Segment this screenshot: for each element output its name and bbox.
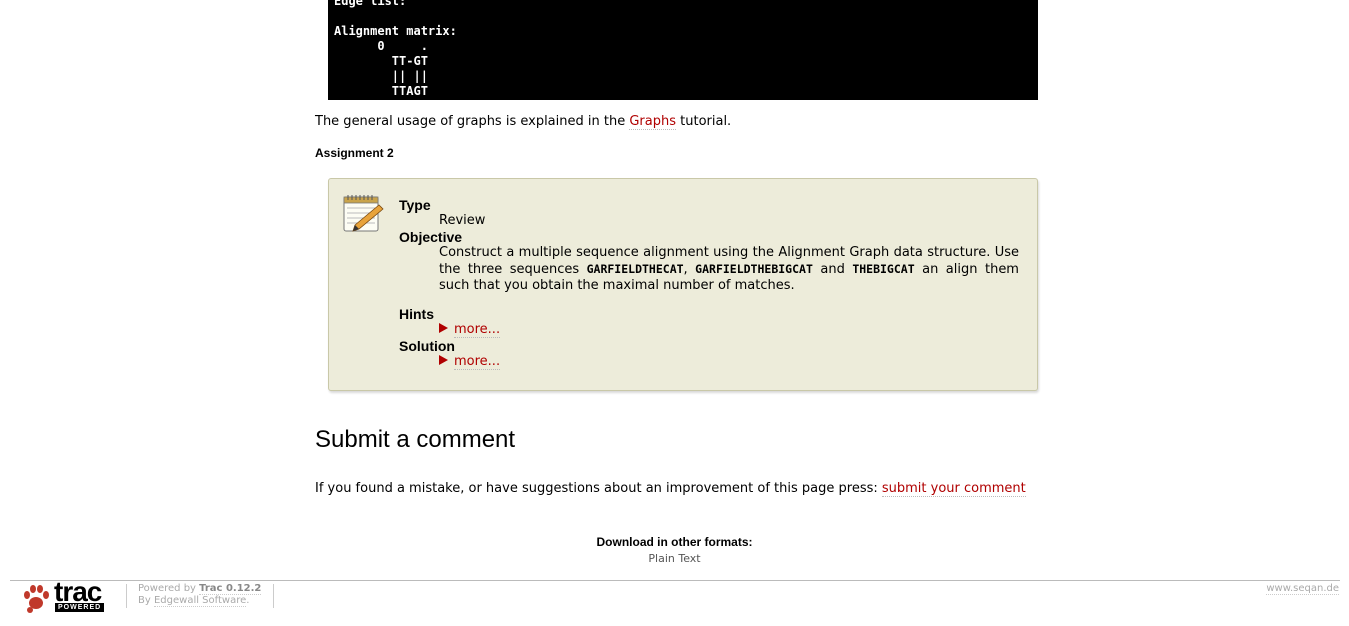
- code-output-block: Edge list: Alignment matrix: 0 . TT-GT |…: [328, 0, 1038, 100]
- submit-comment-link[interactable]: submit your comment: [881, 481, 1026, 497]
- submit-comment-sentence: If you found a mistake, or have suggesti…: [315, 481, 882, 496]
- assignment-details: Type Review Objective Construct a multip…: [399, 197, 1019, 370]
- intro-text-before: The general usage of graphs is explained…: [315, 114, 630, 129]
- objective-sep: and: [812, 262, 853, 277]
- plain-text-download-link[interactable]: Plain Text: [648, 552, 700, 565]
- assignment-box: Type Review Objective Construct a multip…: [328, 178, 1038, 391]
- trac-version-link[interactable]: Trac 0.12.2: [199, 583, 262, 595]
- objective-label: Objective: [399, 229, 463, 245]
- expand-triangle-icon: [439, 355, 448, 365]
- hints-toggle[interactable]: more...: [439, 322, 1019, 338]
- footer-divider: [10, 580, 1340, 581]
- powered-by-text: Powered by Trac 0.12.2 By Edgewall Softw…: [138, 583, 262, 607]
- graphs-tutorial-link[interactable]: Graphs: [629, 114, 676, 130]
- code-line: TT-GT: [334, 54, 428, 68]
- code-line: TTAGT: [334, 84, 428, 98]
- sequence-2: GARFIELDTHEBIGCAT: [695, 262, 813, 276]
- code-line: Alignment matrix:: [334, 24, 457, 38]
- sequence-3: THEBIGCAT: [852, 262, 915, 276]
- type-label: Type: [399, 197, 431, 213]
- download-formats-title: Download in other formats:: [596, 535, 753, 549]
- powered-by-label: Powered by: [138, 583, 200, 594]
- hints-more-link[interactable]: more...: [454, 322, 501, 338]
- hints-label: Hints: [399, 306, 434, 322]
- graphs-intro-paragraph: The general usage of graphs is explained…: [315, 114, 732, 130]
- submit-comment-heading: Submit a comment: [315, 426, 516, 453]
- site-link-container: www.seqan.de: [1266, 583, 1339, 595]
- objective-sep: ,: [683, 262, 696, 277]
- code-line: 0 .: [334, 39, 428, 53]
- trac-version: Trac 0.12.2: [199, 583, 262, 594]
- type-value: Review: [439, 213, 486, 228]
- code-line: Edge list:: [334, 0, 407, 8]
- seqan-site-link[interactable]: www.seqan.de: [1266, 583, 1339, 595]
- footer-separator: [273, 584, 274, 608]
- notepad-pencil-icon: [343, 195, 384, 232]
- intro-text-after: tutorial.: [676, 114, 732, 129]
- period: .: [246, 595, 250, 606]
- objective-text: Construct a multiple sequence alignment …: [439, 245, 1019, 294]
- expand-triangle-icon: [439, 323, 448, 333]
- sequence-1: GARFIELDTHECAT: [586, 262, 684, 276]
- footer-separator: [126, 584, 127, 608]
- assignment-heading: Assignment 2: [315, 146, 394, 160]
- paw-print-icon: [24, 585, 49, 613]
- solution-more-link[interactable]: more...: [454, 354, 501, 370]
- submit-comment-text: If you found a mistake, or have suggesti…: [315, 481, 1026, 497]
- solution-label: Solution: [399, 338, 455, 354]
- trac-logo[interactable]: trac POWERED: [22, 576, 108, 614]
- edgewall-link[interactable]: Edgewall Software: [153, 595, 247, 607]
- by-label: By: [138, 595, 154, 606]
- solution-toggle[interactable]: more...: [439, 354, 1019, 370]
- trac-logo-powered: POWERED: [55, 603, 105, 612]
- code-line: || ||: [334, 69, 428, 83]
